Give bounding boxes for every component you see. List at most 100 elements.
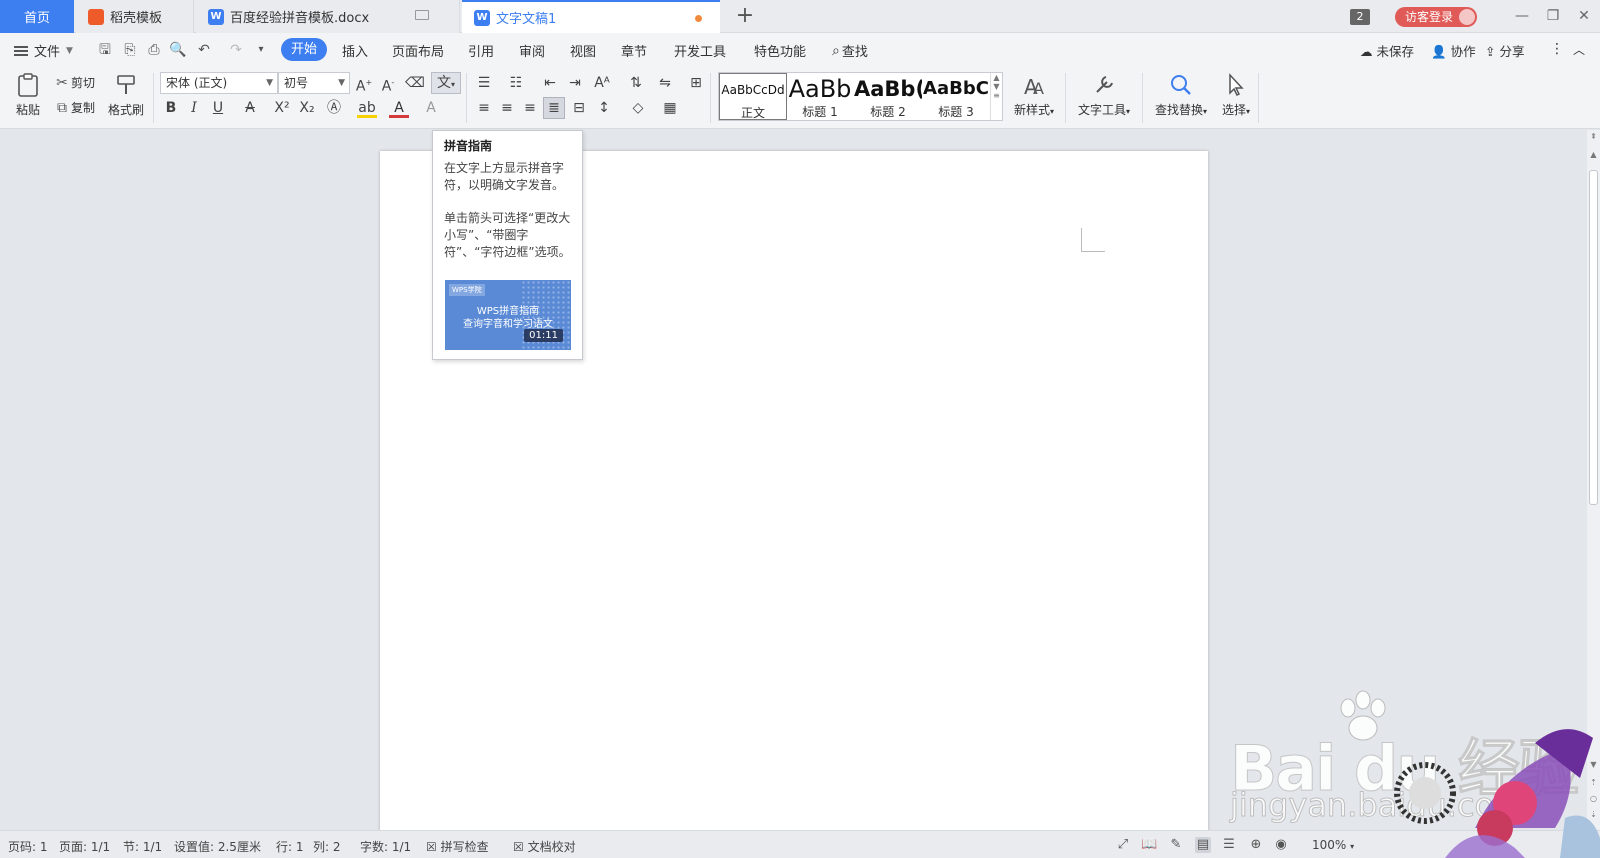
collapse-ribbon-icon[interactable]: ︿: [1573, 41, 1585, 58]
numbered-list-icon[interactable]: ☷: [506, 73, 526, 93]
style-gallery-scroll[interactable]: ▲ ▼ ≡: [990, 73, 1002, 120]
increase-font-icon[interactable]: A+: [354, 73, 374, 95]
close-icon[interactable]: ✕: [1574, 6, 1594, 26]
share-button[interactable]: ⇪ 分享: [1485, 41, 1524, 60]
search-menu[interactable]: ⌕ 查找: [832, 41, 868, 61]
spell-check-button[interactable]: ☒ 拼写检查: [426, 838, 489, 855]
tab-start[interactable]: 开始: [281, 38, 327, 61]
bullet-list-icon[interactable]: ☰: [474, 73, 494, 93]
distributed-icon[interactable]: ⊟: [569, 98, 589, 118]
pinyin-guide-icon[interactable]: 文▾: [431, 72, 461, 94]
tab-home[interactable]: 首页: [0, 0, 74, 33]
align-right-icon[interactable]: ≡: [520, 98, 540, 118]
tab-document-baidu[interactable]: W 百度经验拼音模板.docx: [196, 0, 460, 33]
superscript-icon[interactable]: X²: [272, 98, 292, 118]
doc-check-button[interactable]: ☒ 文档校对: [513, 838, 576, 855]
save-icon[interactable]: 🖫: [96, 41, 114, 59]
window-count-badge[interactable]: 2: [1350, 9, 1370, 25]
format-painter-button[interactable]: 格式刷: [105, 72, 147, 118]
text-tools-button[interactable]: 文字工具▾: [1073, 72, 1135, 118]
export-icon[interactable]: ⎘: [121, 41, 139, 59]
minimize-icon[interactable]: —: [1512, 6, 1532, 26]
subscript-icon[interactable]: X₂: [297, 98, 317, 118]
shading-icon[interactable]: ◇: [628, 98, 648, 118]
bold-icon[interactable]: B: [161, 98, 181, 118]
status-word-count[interactable]: 字数: 1/1: [360, 838, 411, 855]
menu-insert[interactable]: 插入: [342, 41, 368, 60]
select-browse-object-icon[interactable]: ○: [1589, 794, 1598, 803]
prev-page-icon[interactable]: ⇡: [1589, 778, 1598, 787]
style-normal[interactable]: AaBbCcDd 正文: [719, 73, 787, 120]
italic-icon[interactable]: I: [184, 98, 204, 118]
menu-page-layout[interactable]: 页面布局: [392, 41, 444, 60]
sort-icon[interactable]: ⇅: [626, 73, 646, 93]
new-style-button[interactable]: AA 新样式▾: [1010, 72, 1058, 118]
fullscreen-icon[interactable]: ⤢: [1115, 837, 1131, 853]
menu-developer[interactable]: 开发工具: [674, 41, 726, 60]
underline-icon[interactable]: U: [208, 98, 228, 118]
find-replace-button[interactable]: 查找替换▾: [1150, 72, 1212, 118]
menu-review[interactable]: 审阅: [519, 41, 545, 60]
tab-daoke-templates[interactable]: 稻壳模板: [76, 0, 194, 33]
font-name-select[interactable]: 宋体 (正文) ▼: [160, 72, 278, 94]
increase-indent-icon[interactable]: ⇥: [565, 73, 585, 93]
cut-button[interactable]: ✂ 剪切: [53, 74, 95, 91]
border-icon[interactable]: ▦: [660, 98, 680, 118]
align-left-icon[interactable]: ≡: [474, 98, 494, 118]
menu-view[interactable]: 视图: [570, 41, 596, 60]
vertical-scrollbar[interactable]: ⇞ ▲ ▼ ⇡ ○ ⇣: [1587, 130, 1600, 830]
status-pages[interactable]: 页面: 1/1: [59, 838, 110, 855]
monitor-icon[interactable]: [415, 10, 429, 20]
tutorial-video-thumbnail[interactable]: WPS学院 WPS拼音指南 查询字音和学习语文 01:11: [445, 280, 571, 350]
status-row[interactable]: 行: 1: [276, 838, 304, 855]
visitor-login-button[interactable]: 访客登录: [1395, 7, 1477, 27]
new-tab-button[interactable]: +: [733, 4, 757, 28]
scroll-up-icon[interactable]: ▲: [1589, 150, 1598, 159]
text-effect-icon[interactable]: Ⓐ: [324, 98, 344, 118]
scroll-top-icon[interactable]: ⇞: [1589, 132, 1598, 141]
undo-icon[interactable]: ↶: [195, 41, 213, 59]
edit-mode-icon[interactable]: ✎: [1168, 837, 1184, 853]
menu-chapter[interactable]: 章节: [621, 41, 647, 60]
unsaved-status[interactable]: ☁ 未保存: [1360, 41, 1414, 60]
menu-references[interactable]: 引用: [468, 41, 494, 60]
menu-special[interactable]: 特色功能: [754, 41, 806, 60]
print-icon[interactable]: ⎙: [145, 41, 163, 59]
table-grid-icon[interactable]: ⊞: [686, 73, 706, 93]
line-direction-icon[interactable]: ⇋: [655, 73, 675, 93]
status-column[interactable]: 列: 2: [313, 838, 341, 855]
paste-button[interactable]: 粘贴: [10, 72, 46, 118]
file-menu[interactable]: 文件 ▼: [14, 41, 73, 60]
style-heading-3[interactable]: AaBbC 标题 3: [922, 73, 990, 120]
status-page-number[interactable]: 页码: 1: [8, 838, 48, 855]
align-center-icon[interactable]: ≡: [497, 98, 517, 118]
scroll-down-icon[interactable]: ▼: [1589, 760, 1598, 769]
clear-format-icon[interactable]: ⌫: [405, 73, 425, 93]
customize-quick-access-icon[interactable]: ▾: [252, 41, 270, 59]
restore-icon[interactable]: ❐: [1543, 6, 1563, 26]
next-page-icon[interactable]: ⇣: [1589, 810, 1598, 819]
line-spacing-icon[interactable]: ↕: [594, 98, 614, 118]
copy-button[interactable]: ⧉ 复制: [53, 99, 95, 116]
status-setting[interactable]: 设置值: 2.5厘米: [174, 838, 261, 855]
redo-icon[interactable]: ↷: [227, 41, 245, 59]
zoom-level[interactable]: 100% ▾: [1312, 838, 1354, 852]
change-case-icon[interactable]: Aᴬ: [592, 73, 612, 93]
decrease-font-icon[interactable]: A-: [378, 73, 398, 95]
page-view-icon[interactable]: ▤: [1195, 837, 1211, 853]
collab-button[interactable]: 👤 协作: [1431, 41, 1476, 60]
style-heading-1[interactable]: AaBb 标题 1: [786, 73, 854, 120]
eye-protection-icon[interactable]: ◉: [1273, 837, 1289, 853]
font-size-select[interactable]: 初号 ▼: [278, 72, 350, 94]
print-preview-icon[interactable]: 🔍: [169, 41, 187, 59]
font-color-icon[interactable]: A: [389, 98, 409, 118]
char-shading-icon[interactable]: A: [421, 98, 441, 118]
more-icon[interactable]: ⋮: [1550, 41, 1564, 57]
highlight-icon[interactable]: ab: [357, 98, 377, 118]
tab-document-active[interactable]: W 文字文稿1: [462, 0, 720, 33]
strikethrough-icon[interactable]: A: [240, 98, 260, 118]
style-heading-2[interactable]: AaBb( 标题 2: [854, 73, 922, 120]
decrease-indent-icon[interactable]: ⇤: [540, 73, 560, 93]
reading-mode-icon[interactable]: 📖: [1141, 837, 1157, 853]
status-section[interactable]: 节: 1/1: [123, 838, 162, 855]
